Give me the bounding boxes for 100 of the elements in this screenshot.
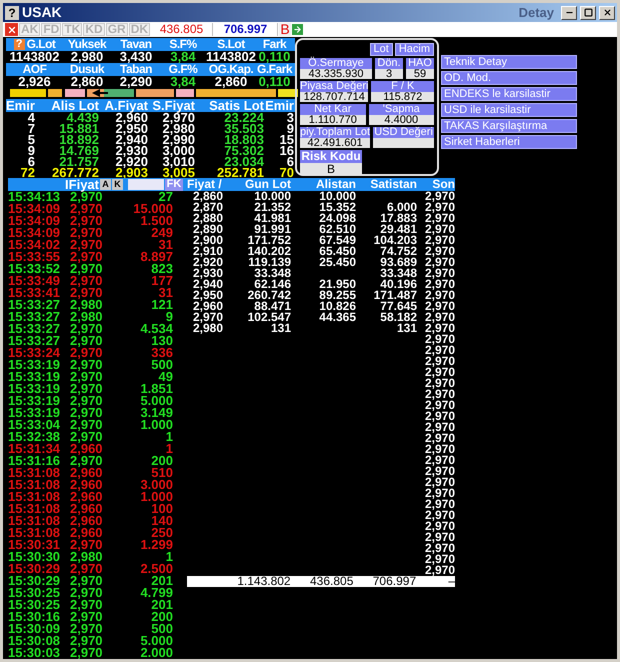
- arrow-right-icon[interactable]: [292, 24, 304, 35]
- action-button[interactable]: Teknik Detay: [441, 55, 577, 69]
- trade-price: 2,970: [70, 227, 104, 239]
- table-cell: 104.203: [374, 233, 417, 247]
- filter-field[interactable]: [128, 179, 164, 190]
- quote-button[interactable]: Hacim: [394, 43, 434, 56]
- action-button[interactable]: ENDEKS le karsilastir: [441, 87, 577, 101]
- toolbar-button[interactable]: KD: [83, 23, 105, 36]
- trade-price: 2,970: [70, 599, 104, 611]
- depth-cell-text: 5: [26, 134, 35, 145]
- trade-time: 15:34:02: [8, 239, 62, 251]
- help-icon[interactable]: ?: [14, 39, 25, 50]
- close-button[interactable]: [599, 6, 615, 20]
- maximize-button[interactable]: [580, 6, 596, 20]
- trade-price: 2,970: [70, 407, 104, 419]
- buy-total-field: 706.997: [214, 23, 278, 36]
- depth-cell-text: 3,000: [161, 145, 195, 156]
- field-value: 59: [406, 69, 434, 79]
- depth-cell-text: 3: [286, 112, 294, 123]
- column-header: AOF: [22, 63, 46, 76]
- trade-lot: 250: [151, 527, 173, 539]
- field-label: Piyasa Değeri: [300, 81, 368, 92]
- trade-price: 2,960: [70, 467, 104, 479]
- toolbar-button[interactable]: TK: [62, 23, 82, 36]
- field-label: Risk Kodu: [300, 150, 362, 163]
- trade-time: 15:30:30: [8, 551, 62, 563]
- column-header: Tavan: [120, 38, 152, 51]
- trade-price: 2,970: [70, 203, 104, 215]
- depth-cell-text: 35.503: [223, 123, 264, 134]
- toolbar-button[interactable]: DK: [128, 23, 150, 36]
- trade-price: 2,970: [70, 347, 104, 359]
- table-cell: 131: [396, 321, 417, 335]
- trade-price: 2,970: [70, 359, 104, 371]
- table-cell: 62.146: [254, 277, 291, 291]
- depth-total: 252.781: [216, 167, 264, 178]
- trade-lot: 3.000: [139, 479, 173, 491]
- column-header: G.Fark: [257, 63, 292, 76]
- trade-price: 2,960: [70, 515, 104, 527]
- quote-button[interactable]: Lot: [370, 43, 393, 56]
- window-subtitle: Detay: [518, 4, 554, 22]
- table-cell: 2,860: [192, 189, 223, 203]
- field-label: piy.Toplam Lot: [300, 127, 370, 138]
- action-button[interactable]: USD ile karsilastir: [441, 103, 577, 117]
- filter-button[interactable]: K: [112, 179, 123, 190]
- total-cell-text: –: [448, 576, 455, 587]
- help-icon[interactable]: ?: [5, 6, 19, 20]
- table-cell: 25.450: [319, 255, 356, 269]
- trade-price: 2,970: [70, 263, 104, 275]
- column-header: IFiyat: [65, 178, 99, 191]
- depth-cell-text: 4: [26, 112, 35, 123]
- column-header: Taban: [120, 63, 152, 76]
- stat-value: 2,290: [118, 76, 154, 88]
- table-cell: 10.000: [319, 189, 356, 203]
- trade-price: 2,970: [70, 419, 104, 431]
- field-value: 42.491.601: [300, 138, 370, 148]
- table-cell: 260.742: [248, 288, 291, 302]
- trade-lot: 2.500: [139, 563, 173, 575]
- toolbar-button[interactable]: GR: [106, 23, 128, 36]
- column-header: Satistan: [369, 178, 417, 191]
- minimize-button[interactable]: [561, 6, 577, 20]
- column-header: Fark: [262, 38, 286, 51]
- close-icon: [602, 8, 612, 17]
- trade-price: 2,970: [70, 275, 104, 287]
- trade-time: 15:33:27: [8, 311, 62, 323]
- trade-price: 2,970: [70, 371, 104, 383]
- trade-price: 2,970: [70, 635, 104, 647]
- fk-button[interactable]: FK: [165, 178, 183, 190]
- table-cell: 15.352: [319, 200, 356, 214]
- depth-cell-text: 2,950: [114, 123, 148, 134]
- column-header: Emir: [6, 99, 35, 112]
- depth-total: 3,005: [161, 167, 195, 178]
- trade-lot: 8.897: [139, 251, 173, 263]
- trade-lot: 201: [151, 599, 173, 611]
- filter-button[interactable]: A: [100, 179, 111, 190]
- trade-time: 15:31:08: [8, 479, 62, 491]
- toolbar-button[interactable]: FD: [41, 23, 62, 36]
- depth-cell-text: 2,980: [161, 123, 195, 134]
- trade-lot: 1.500: [140, 215, 173, 227]
- trade-time: 15:33:19: [8, 395, 62, 407]
- table-cell: 24.098: [319, 211, 356, 225]
- table-cell: 41.981: [254, 211, 291, 225]
- toolbar-button[interactable]: AK: [19, 23, 40, 36]
- trade-price: 2,960: [70, 443, 104, 455]
- action-button[interactable]: Sirket Haberleri: [441, 135, 577, 149]
- column-header: Yuksek: [68, 38, 106, 51]
- trade-time: 15:31:08: [8, 515, 62, 527]
- action-button[interactable]: TAKAS Karşılaştırma: [441, 119, 577, 133]
- trade-price: 2,970: [70, 431, 104, 443]
- table-cell: 17.883: [380, 211, 417, 225]
- table-cell: 44.365: [319, 310, 356, 324]
- trade-time: 15:31:16: [8, 455, 62, 467]
- trade-time: 15:30:25: [8, 599, 62, 611]
- column-header: OG.Kap.: [208, 63, 254, 76]
- trade-price: 2,970: [70, 215, 104, 227]
- trade-price: 2,970: [70, 455, 104, 467]
- close-icon[interactable]: [5, 23, 18, 36]
- depth-cell-text: 2,990: [161, 134, 195, 145]
- trade-time: 15:33:55: [8, 251, 62, 263]
- action-button[interactable]: OD. Mod.: [441, 71, 577, 85]
- trade-time: 15:33:52: [8, 263, 62, 275]
